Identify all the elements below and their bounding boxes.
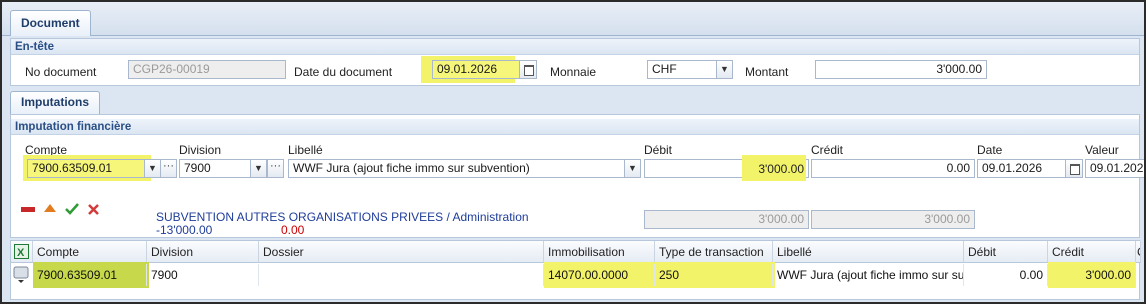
entete-panel: En-tête No document CGP26-00019 Date du … (10, 38, 1140, 86)
document-tabstrip: Document (2, 2, 1144, 36)
no-document-label: No document (25, 65, 97, 79)
chevron-down-icon[interactable]: ▼ (145, 159, 161, 178)
chevron-down-icon[interactable]: ▼ (717, 60, 733, 79)
montant-label: Montant (745, 65, 789, 79)
monnaie-select[interactable]: CHF (647, 60, 717, 79)
row-type[interactable]: 250 (655, 264, 773, 286)
chevron-down-icon[interactable]: ▼ (625, 159, 641, 178)
calendar-icon[interactable] (520, 60, 537, 79)
chevron-down-icon[interactable]: ▼ (251, 159, 267, 178)
close-icon[interactable] (88, 204, 99, 215)
grid-header-libelle[interactable]: Libellé (773, 241, 964, 263)
division-field[interactable]: 7900 (179, 159, 251, 178)
grid-header-credit[interactable]: Crédit (1048, 241, 1136, 263)
grid-header-debit[interactable]: Débit (964, 241, 1048, 263)
grid-header-immobilisation[interactable]: Immobilisation (544, 241, 655, 263)
document-icon[interactable] (13, 266, 30, 284)
grid-header-compte[interactable]: Compte (33, 241, 147, 263)
monnaie-label: Monnaie (550, 65, 597, 79)
grid-header-division[interactable]: Division (147, 241, 259, 263)
total-debit-field: 3'000.00 (644, 210, 809, 229)
grid-header-type[interactable]: Type de transaction (655, 241, 773, 263)
grid-header-dossier[interactable]: Dossier (259, 241, 544, 263)
check-icon[interactable] (65, 203, 79, 215)
row-immobilisation[interactable]: 14070.00.0000 (544, 264, 655, 286)
valeur-field[interactable]: 09.01.2026 (1085, 159, 1144, 178)
total-credit-field: 3'000.00 (811, 210, 975, 229)
document-window: Document En-tête No document CGP26-00019… (0, 0, 1146, 304)
date-field[interactable]: 09.01.2026 (977, 159, 1066, 178)
credit-label: Crédit (811, 143, 844, 157)
row-division[interactable]: 7900 (147, 264, 259, 286)
imputation-panel: Imputation financière Compte Division Li… (10, 114, 1144, 238)
tab-document[interactable]: Document (10, 10, 91, 36)
debit-value: 3'000.00 (758, 162, 804, 176)
row-compte[interactable]: 7900.63509.01 (33, 264, 147, 286)
entete-title: En-tête (11, 39, 1139, 55)
division-label: Division (179, 143, 222, 157)
grid-corner: X (11, 241, 33, 263)
credit-field[interactable]: 0.00 (811, 159, 975, 178)
row-dossier[interactable] (259, 264, 544, 286)
up-arrow-icon[interactable] (44, 204, 56, 213)
date-label: Date (977, 143, 1003, 157)
libelle-label: Libellé (288, 143, 323, 157)
compte-field[interactable]: 7900.63509.01 (27, 159, 145, 178)
valeur-label: Valeur (1085, 143, 1119, 157)
calendar-icon[interactable] (1066, 159, 1083, 178)
account-balance-diff: 0.00 (281, 223, 305, 237)
browse-division-button[interactable]: ··· (267, 159, 284, 178)
tab-imputations[interactable]: Imputations (10, 91, 100, 114)
date-document-field[interactable]: 09.01.2026 (432, 60, 520, 79)
no-document-field: CGP26-00019 (128, 60, 286, 79)
montant-field[interactable]: 3'000.00 (815, 60, 987, 79)
excel-export-icon[interactable]: X (14, 244, 29, 259)
imputations-grid: X Compte Division Dossier Immobilisation… (10, 240, 1141, 300)
svg-text:X: X (17, 247, 25, 259)
row-debit[interactable]: 0.00 (964, 264, 1048, 286)
account-balance: -13'000.00 (156, 223, 213, 237)
libelle-field[interactable]: WWF Jura (ajout fiche immo sur subventio… (288, 159, 625, 178)
account-description: SUBVENTION AUTRES ORGANISATIONS PRIVEES … (156, 210, 529, 224)
remove-icon[interactable] (21, 207, 35, 213)
date-document-label: Date du document (294, 65, 393, 79)
imputation-title: Imputation financière (11, 119, 1139, 135)
debit-label: Débit (644, 143, 673, 157)
grid-header-extra[interactable]: C (1136, 241, 1141, 263)
browse-compte-button[interactable]: ··· (160, 159, 177, 178)
row-credit[interactable]: 3'000.00 (1048, 264, 1136, 286)
row-libelle[interactable]: WWF Jura (ajout fiche immo sur sub... (773, 264, 964, 286)
